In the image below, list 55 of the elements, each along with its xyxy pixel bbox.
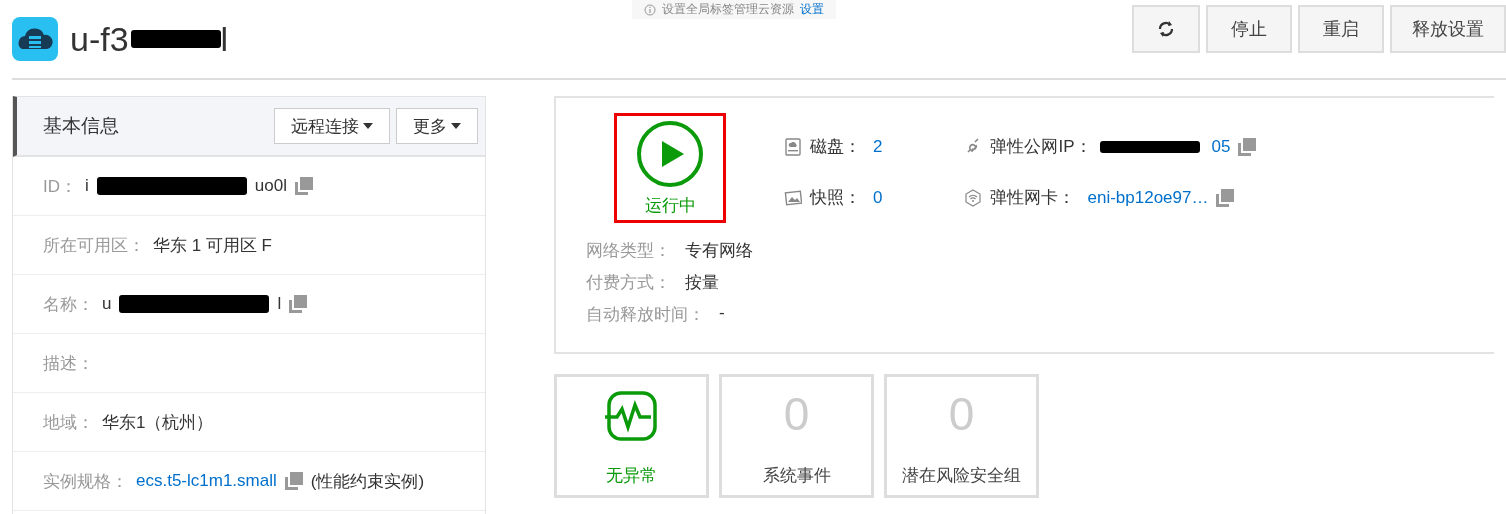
- field-label: 实例规格：: [43, 470, 128, 493]
- field-value: i: [85, 176, 89, 196]
- dropdown-button[interactable]: 更多: [396, 108, 478, 144]
- network-label: 弹性网卡：: [990, 187, 1076, 209]
- tile-label: 系统事件: [762, 465, 831, 487]
- panel-title: 基本信息: [43, 114, 119, 138]
- field-note: (性能约束实例): [310, 470, 425, 493]
- info-icon: [644, 3, 656, 16]
- status-tile[interactable]: 无异常: [554, 374, 709, 498]
- field-value: uo0l: [254, 176, 287, 196]
- resource-label: 磁盘：: [810, 136, 861, 158]
- resource-count-link[interactable]: 0: [873, 187, 883, 208]
- field-label: 所在可用区：: [43, 234, 145, 257]
- field-label: ID：: [43, 175, 77, 198]
- resource-count-link[interactable]: 2: [873, 136, 883, 157]
- picture-frame-icon: [784, 188, 802, 207]
- instance-title: l: [220, 19, 229, 59]
- cloud-server-icon: [12, 17, 58, 61]
- field-label: 名称：: [43, 293, 94, 316]
- detail-value: -: [719, 303, 725, 324]
- field-value: l: [277, 294, 282, 314]
- detail-label: 自动释放时间：: [586, 304, 705, 326]
- field-label: 描述：: [43, 352, 94, 375]
- action-button[interactable]: 释放设置: [1390, 5, 1506, 53]
- refresh-icon[interactable]: [1157, 20, 1175, 38]
- tile-label: 潜在风险安全组: [902, 465, 1021, 487]
- caret-icon[interactable]: [363, 123, 373, 129]
- field-value: 华东 1 可用区 F: [153, 234, 272, 257]
- network-label: 弹性公网IP：: [990, 136, 1092, 158]
- dropdown-button[interactable]: 远程连接: [274, 108, 390, 144]
- spec-link[interactable]: ecs.t5-lc1m1.small: [136, 471, 277, 491]
- status-label: 运行中: [644, 194, 696, 217]
- field-label: 地域：: [43, 411, 94, 434]
- detail-value: 专有网络: [685, 240, 753, 262]
- network-value-link[interactable]: 05: [1211, 136, 1231, 157]
- caret-icon[interactable]: [451, 123, 461, 129]
- play-icon: [636, 119, 704, 188]
- tile-label: 无异常: [606, 465, 657, 487]
- field-value: 华东1（杭州）: [102, 411, 214, 434]
- network-value-link[interactable]: eni-bp12oe97…: [1087, 187, 1209, 208]
- action-button[interactable]: 重启: [1298, 5, 1384, 53]
- heartbeat-icon: [604, 391, 659, 441]
- detail-label: 网络类型：: [586, 240, 671, 262]
- resource-label: 快照：: [810, 187, 861, 209]
- instance-title: u-f3: [70, 19, 129, 59]
- notice-text: 设置全局标签管理云资源: [662, 1, 794, 18]
- settings-link[interactable]: 设置: [800, 1, 824, 18]
- action-button[interactable]: 停止: [1206, 5, 1292, 53]
- field-value: u: [102, 294, 112, 314]
- wifi-hexagon-icon: [964, 188, 983, 207]
- refresh-button[interactable]: [1132, 5, 1200, 53]
- detail-value: 按量: [685, 272, 719, 294]
- copy-icon: [1238, 137, 1257, 156]
- detail-label: 付费方式：: [586, 272, 671, 294]
- copy-icon: [1216, 188, 1235, 207]
